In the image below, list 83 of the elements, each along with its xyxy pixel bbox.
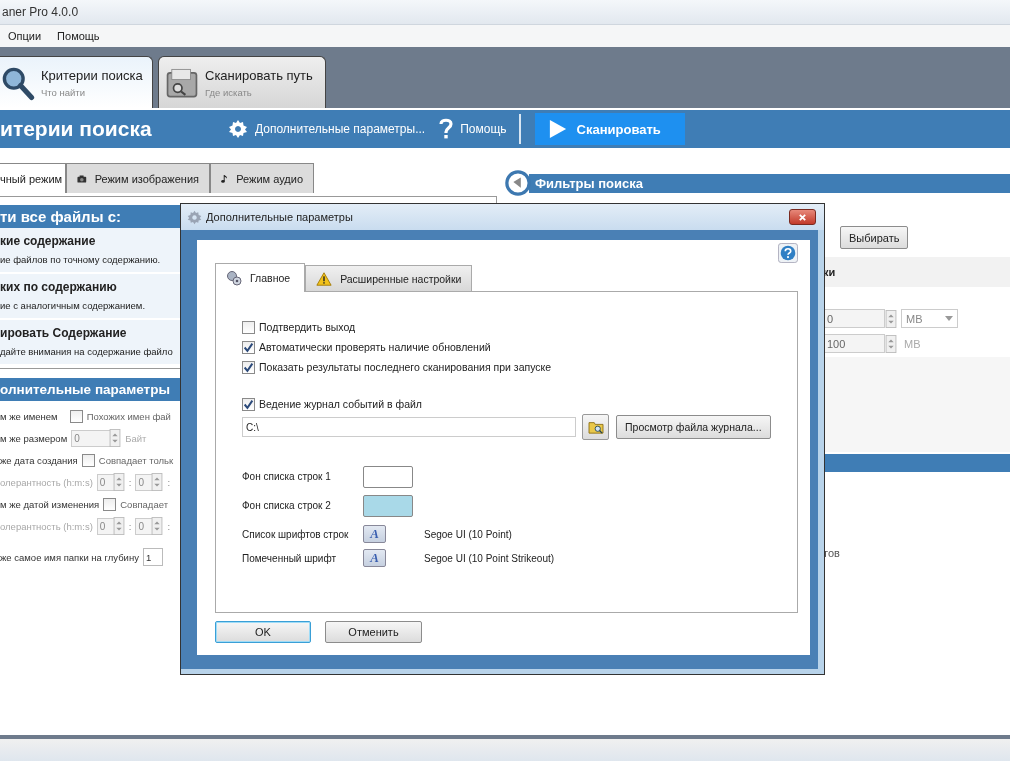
option-description: ие с аналогичным содержанием. (0, 300, 146, 311)
settings-button[interactable]: Дополнительные параметры... (224, 119, 430, 139)
unit-dropdown[interactable]: MB (901, 309, 958, 328)
font-button[interactable]: A (363, 549, 386, 567)
close-button[interactable] (789, 209, 816, 225)
checkbox[interactable]: Совпадает тольк (81, 453, 174, 467)
checkmark-icon (243, 361, 254, 373)
filter-icon (505, 170, 531, 196)
spinner-icon[interactable] (885, 309, 897, 328)
mode-tab[interactable]: Режим аудио (210, 163, 314, 193)
select-button[interactable]: Выбирать (840, 226, 909, 249)
folder-search-icon (587, 420, 604, 434)
spinner-icon[interactable] (109, 429, 122, 447)
field-label: же самое имя папки на глубину (0, 551, 139, 563)
field-label: олерантность (h:m:s) (0, 476, 93, 488)
checkmark-icon (243, 398, 254, 410)
depth-field[interactable]: 1 (142, 548, 163, 566)
checkbox[interactable]: Совпадает (103, 497, 168, 511)
checkmark-icon (243, 341, 254, 353)
font-name: Segoe UI (10 Point Strikeout) (424, 552, 555, 564)
field-label: Фон списка строк 1 (242, 471, 332, 482)
time-separator: : (167, 520, 171, 532)
dialog-tab[interactable]: Главное (215, 263, 306, 292)
spinner-icon[interactable] (112, 473, 125, 491)
option-title: ких по содержанию (0, 280, 117, 294)
mode-tab[interactable]: Режим изображения (66, 163, 210, 193)
warning-icon (316, 270, 333, 287)
checkbox[interactable]: Похожих имен фай (69, 409, 171, 423)
option-label: тов (823, 547, 840, 559)
field-label: Список шрифтов строк (242, 528, 350, 540)
play-icon (548, 119, 567, 139)
main-tab[interactable]: Критерии поиска Что найти (0, 56, 153, 108)
help-icon[interactable] (778, 243, 798, 263)
close-icon (798, 212, 807, 222)
panel-header: Фильтры поиска (529, 173, 1010, 193)
help-button[interactable]: Помощь (435, 118, 511, 140)
spinner-icon[interactable] (885, 334, 897, 353)
dialog-tab[interactable]: Расширенные настройки (305, 265, 473, 291)
unit-label: Байт (125, 432, 147, 444)
color-swatch[interactable] (363, 465, 413, 488)
mode-tab[interactable]: чный режим (0, 163, 66, 193)
size-field[interactable]: 100 (823, 334, 885, 353)
spinner-icon[interactable] (151, 473, 164, 491)
field-label: м же именем (0, 410, 58, 422)
field-label: Фон списка строк 2 (242, 500, 332, 511)
field-label: м же датой изменения (0, 498, 100, 510)
gear-icon (187, 209, 202, 225)
menu-item[interactable]: Опции (8, 30, 42, 42)
view-log-button[interactable]: Просмотр файла журнала... (616, 415, 771, 439)
field-label: м же размером (0, 432, 68, 444)
size-field[interactable]: 0 (823, 309, 885, 328)
window-title: aner Pro 4.0.0 (2, 5, 79, 19)
field-label: же дата создания (0, 454, 78, 466)
field-label: олерантность (h:m:s) (0, 520, 93, 532)
checkbox[interactable]: Подтвердить выход (242, 317, 797, 337)
field-label: Помеченный шрифт (242, 552, 337, 564)
checkbox[interactable]: Автоматически проверять наличие обновлений (242, 337, 797, 357)
option-title: кие содержание (0, 234, 96, 248)
time-separator: : (128, 520, 132, 532)
unit-label: MB (903, 337, 921, 350)
font-button[interactable]: A (363, 525, 386, 543)
spinner-icon[interactable] (151, 517, 164, 535)
browse-button[interactable] (582, 414, 609, 440)
time-separator: : (167, 476, 171, 488)
font-name: Segoe UI (10 Point) (424, 528, 512, 540)
gear-icon (228, 119, 248, 139)
checkbox[interactable]: Показать результаты последнего сканирования при запуске (242, 357, 797, 377)
time-separator: : (128, 476, 132, 488)
option-description: ие файлов по точному содержанию. (0, 254, 161, 265)
option-description: дайте внимания на содержание файло (0, 346, 173, 357)
cancel-button[interactable]: Отменить (325, 621, 422, 643)
caret-icon (945, 316, 953, 321)
help-icon (439, 118, 454, 140)
dialog-title: Дополнительные параметры (206, 211, 354, 223)
page-title: итерии поиска (0, 117, 153, 141)
path-field[interactable]: C:\ (242, 417, 576, 437)
menu-item[interactable]: Помощь (57, 30, 100, 42)
main-tab[interactable]: Сканировать путь Где искать (158, 56, 326, 108)
color-swatch[interactable] (363, 494, 413, 517)
ok-button[interactable]: OK (215, 621, 311, 643)
spinner-icon[interactable] (112, 517, 125, 535)
option-title: ировать Содержание (0, 326, 127, 340)
gears-icon (226, 270, 242, 286)
